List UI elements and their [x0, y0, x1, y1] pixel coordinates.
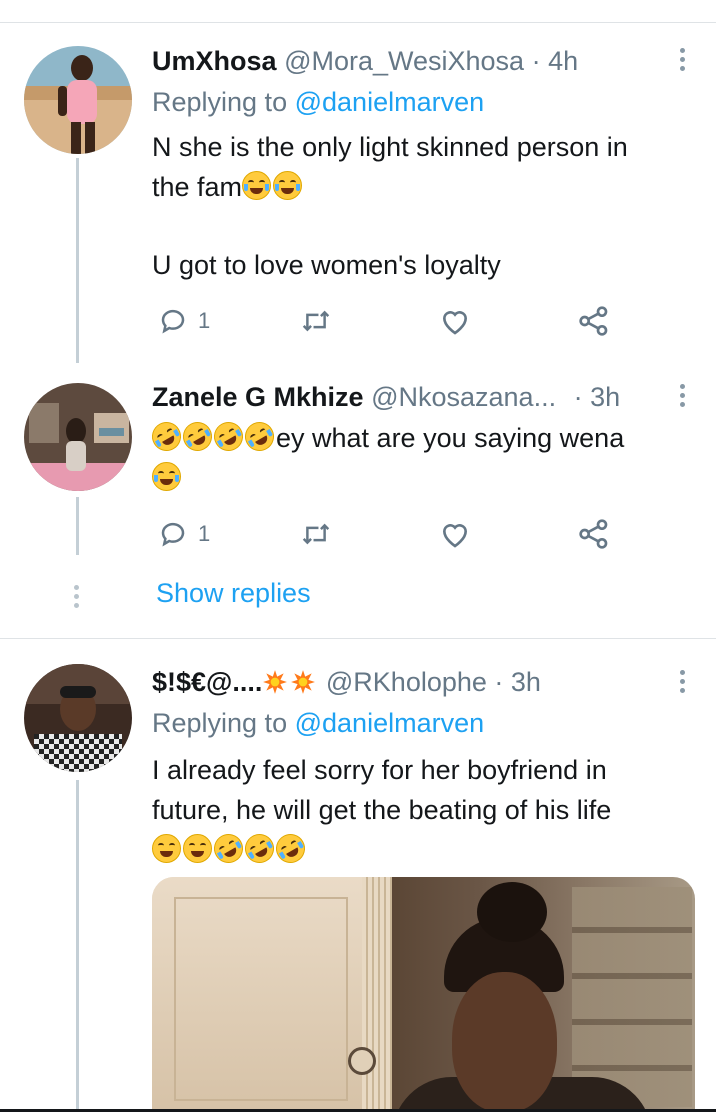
cabinet-shape: [152, 877, 362, 1112]
tweet-text-line: U got to love women's loyalty: [152, 250, 501, 280]
more-vertical-icon[interactable]: [680, 670, 686, 697]
top-divider: [0, 22, 716, 23]
tweet-text-line: I already feel sorry for her boyfriend i…: [152, 755, 607, 785]
display-name[interactable]: $!$€@....: [152, 667, 318, 697]
tweet-actions: 1: [152, 514, 676, 554]
avatar-zanele[interactable]: [24, 383, 132, 491]
timestamp[interactable]: · 3h: [574, 382, 621, 412]
replying-to-handle[interactable]: @danielmarven: [295, 708, 485, 738]
tweet-header: UmXhosa @Mora_WesiXhosa · 4h: [152, 44, 676, 78]
retweet-icon: [302, 310, 330, 332]
reply-icon: [161, 522, 185, 547]
thread-line: [76, 497, 79, 555]
user-handle[interactable]: @Mora_WesiXhosa: [284, 46, 524, 76]
replying-to-label: Replying to: [152, 87, 288, 117]
trim-shape: [362, 877, 392, 1112]
rofl-emoji-icon: [208, 828, 249, 869]
reply-count: 1: [198, 308, 211, 333]
retweet-button[interactable]: [300, 301, 332, 341]
reply-button[interactable]: 1: [158, 514, 210, 554]
thread-line: [76, 780, 79, 1112]
timestamp[interactable]: · 3h: [494, 667, 541, 697]
like-button[interactable]: [439, 301, 471, 341]
rofl-emoji-icon: [177, 416, 218, 457]
retweet-icon: [302, 523, 330, 545]
show-replies-link[interactable]: Show replies: [156, 578, 311, 609]
rofl-emoji-icon: [208, 416, 249, 457]
tweet-text: I already feel sorry for her boyfriend i…: [152, 750, 686, 870]
tweet-text: ey what are you saying wena: [146, 416, 686, 498]
replying-to-label: Replying to: [152, 708, 288, 738]
user-handle[interactable]: @Nkosazana...: [371, 382, 556, 412]
rofl-emoji-icon: [270, 828, 311, 869]
tweet-text-line: the fam: [152, 167, 686, 207]
user-handle[interactable]: @RKholophe: [326, 667, 487, 697]
replying-to-handle[interactable]: @danielmarven: [295, 87, 485, 117]
share-button[interactable]: [578, 301, 610, 341]
more-vertical-icon[interactable]: [680, 48, 686, 75]
reply-button[interactable]: 1: [158, 301, 210, 341]
tweet-text-segment: ey what are you saying wena: [276, 423, 625, 453]
display-name[interactable]: UmXhosa: [152, 46, 277, 76]
share-button[interactable]: [578, 514, 610, 554]
tweet-text: N she is the only light skinned person i…: [152, 127, 686, 285]
display-name[interactable]: Zanele G Mkhize: [152, 382, 364, 412]
like-button[interactable]: [439, 514, 471, 554]
tweet-header: $!$€@.... @RKholophe · 3h: [152, 665, 676, 699]
tweet-text-line: ey what are you saying wena: [146, 416, 686, 458]
joy-emoji-icon: [242, 171, 272, 200]
share-icon: [579, 306, 608, 336]
face-shape: [452, 972, 557, 1112]
tweet-text-line: [152, 458, 686, 498]
joy-emoji-icon: [152, 462, 181, 491]
avatar-rkholophe[interactable]: [24, 664, 132, 772]
joy-emoji-icon: [273, 171, 303, 200]
tweet-text-line: N she is the only light skinned person i…: [152, 132, 628, 162]
tweet-text-line: future, he will get the beating of his l…: [152, 795, 612, 825]
rofl-emoji-icon: [146, 416, 187, 457]
heart-icon: [442, 311, 468, 335]
more-vertical-icon[interactable]: [680, 384, 686, 411]
rofl-emoji-icon: [239, 828, 280, 869]
display-name-text: $!$€@....: [152, 667, 263, 697]
rofl-emoji-icon: [239, 416, 280, 457]
grin-sweat-emoji-icon: [183, 834, 212, 863]
replying-to: Replying to @danielmarven: [152, 706, 484, 740]
share-icon: [579, 519, 608, 549]
tweet-text-line: [152, 828, 686, 870]
thread-dots: [74, 585, 80, 612]
hair-bun-shape: [477, 882, 547, 942]
collision-emoji-icon: [291, 670, 316, 694]
section-divider: [0, 638, 716, 639]
collision-emoji-icon: [263, 670, 288, 694]
shelf-shape: [572, 887, 692, 1107]
tweet-media-image[interactable]: [152, 877, 695, 1112]
avatar-umxhosa[interactable]: [24, 46, 132, 154]
knob-shape: [348, 1047, 376, 1075]
heart-icon: [442, 524, 468, 548]
reply-count: 1: [198, 521, 211, 546]
replying-to: Replying to @danielmarven: [152, 85, 484, 119]
retweet-button[interactable]: [300, 514, 332, 554]
grin-sweat-emoji-icon: [152, 834, 181, 863]
tweet-header: Zanele G Mkhize @Nkosazana... · 3h: [152, 380, 676, 414]
tweet-actions: 1: [152, 301, 676, 341]
timestamp[interactable]: · 4h: [532, 46, 579, 76]
tweet-text-segment: the fam: [152, 172, 243, 202]
reply-icon: [161, 309, 185, 334]
thread-line: [76, 158, 79, 363]
